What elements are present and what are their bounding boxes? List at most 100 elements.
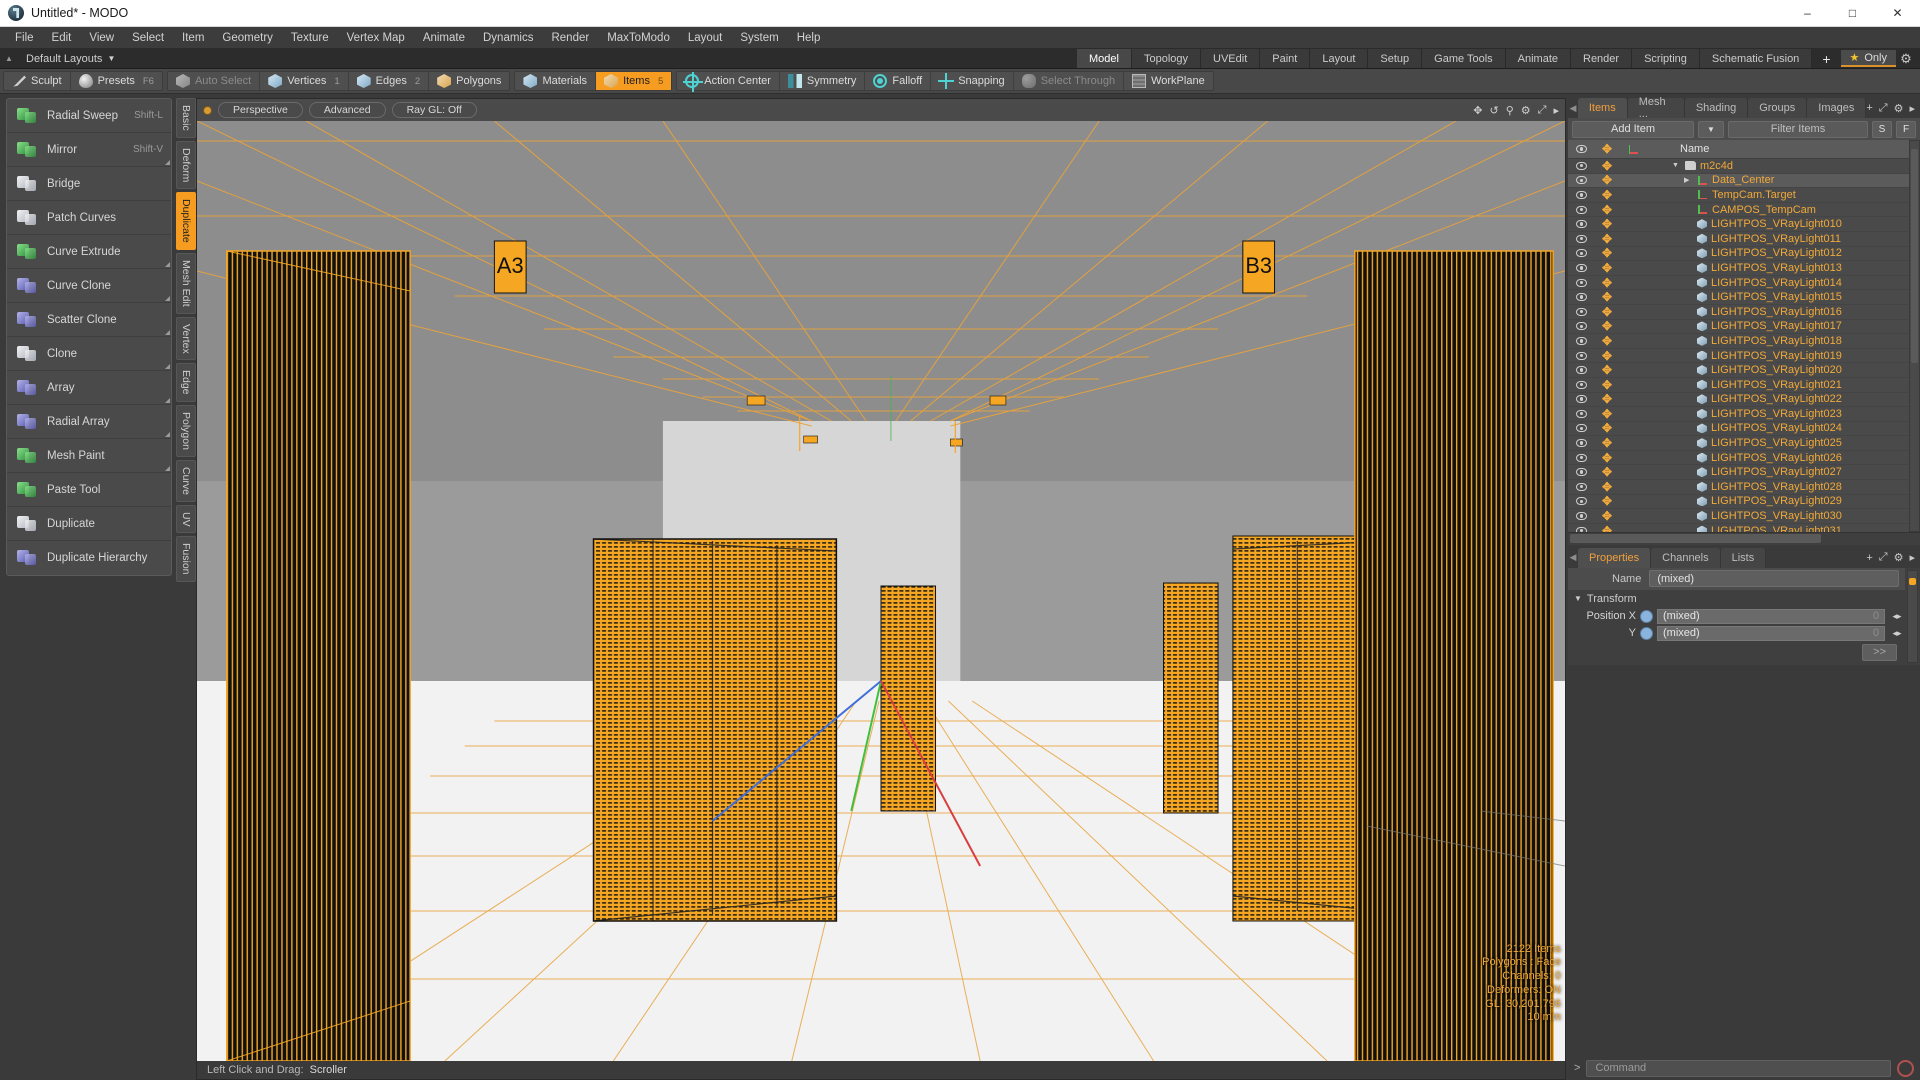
tool-category-fusion[interactable]: Fusion (176, 536, 196, 582)
item-name-cell[interactable]: LIGHTPOS_VRayLight020 (1646, 364, 1909, 376)
viewport-menu-chevron-icon[interactable]: ▸ (1553, 104, 1559, 117)
layout-tab-paint[interactable]: Paint (1260, 49, 1311, 68)
menu-item-layout[interactable]: Layout (679, 29, 732, 47)
mode-button-falloff[interactable]: Falloff (865, 72, 932, 90)
item-visibility-toggle[interactable] (1568, 453, 1594, 462)
tool-curve-clone[interactable]: Curve Clone (7, 269, 171, 303)
name-input[interactable]: (mixed) (1649, 570, 1899, 587)
menu-item-select[interactable]: Select (123, 29, 173, 47)
item-lock-toggle[interactable]: ✥ (1594, 422, 1620, 434)
tool-bridge[interactable]: Bridge (7, 167, 171, 201)
tool-scatter-clone[interactable]: Scatter Clone (7, 303, 171, 337)
mode-button-auto-select[interactable]: Auto Select (168, 72, 261, 90)
tool-options-corner-icon[interactable] (165, 466, 170, 471)
zoom-viewport-icon[interactable]: ⚲ (1506, 104, 1514, 117)
only-toggle-button[interactable]: ★ Only (1840, 50, 1896, 67)
item-list-row[interactable]: ✥ ▼ m2c4d (1568, 159, 1909, 174)
item-name-cell[interactable]: LIGHTPOS_VRayLight026 (1646, 452, 1909, 464)
tool-category-polygon[interactable]: Polygon (176, 404, 196, 457)
item-lock-toggle[interactable]: ✥ (1594, 247, 1620, 259)
item-lock-toggle[interactable]: ✥ (1594, 174, 1620, 186)
tool-radial-array[interactable]: Radial Array (7, 405, 171, 439)
tool-category-basic[interactable]: Basic (176, 98, 196, 138)
item-list-row[interactable]: ✥ LIGHTPOS_VRayLight014 (1568, 276, 1909, 291)
tool-options-corner-icon[interactable] (165, 160, 170, 165)
mode-button-snapping[interactable]: Snapping (931, 72, 1014, 90)
item-list-horizontal-scrollbar[interactable] (1568, 531, 1920, 545)
filter-f-button[interactable]: F (1896, 120, 1916, 138)
mode-button-edges[interactable]: Edges 2 (349, 72, 430, 90)
item-visibility-toggle[interactable] (1568, 307, 1594, 316)
layout-tab-setup[interactable]: Setup (1368, 49, 1423, 68)
item-name-cell[interactable]: ▶ Data_Center (1646, 174, 1909, 186)
mode-button-items[interactable]: Items 5 (596, 72, 672, 90)
item-list-row[interactable]: ✥ LIGHTPOS_VRayLight029 (1568, 495, 1909, 510)
layout-tab-uvedit[interactable]: UVEdit (1201, 49, 1261, 68)
item-list-row[interactable]: ✥ LIGHTPOS_VRayLight021 (1568, 378, 1909, 393)
menu-item-help[interactable]: Help (788, 29, 830, 47)
item-expander-icon[interactable]: ▼ (1672, 162, 1681, 169)
item-lock-toggle[interactable]: ✥ (1594, 525, 1620, 532)
close-button[interactable]: ✕ (1875, 0, 1920, 27)
mode-button-materials[interactable]: Materials (515, 72, 597, 90)
command-input[interactable]: Command (1586, 1059, 1891, 1077)
properties-expand-icon[interactable]: ⤢ (1879, 551, 1888, 564)
item-name-cell[interactable]: LIGHTPOS_VRayLight010 (1646, 218, 1909, 230)
add-layout-tab-button[interactable]: + (1812, 49, 1840, 68)
item-list-row[interactable]: ✥ LIGHTPOS_VRayLight020 (1568, 363, 1909, 378)
channel-link-icon[interactable] (1640, 626, 1653, 640)
item-visibility-toggle[interactable] (1568, 351, 1594, 360)
item-list-row[interactable]: ✥ LIGHTPOS_VRayLight018 (1568, 334, 1909, 349)
item-visibility-toggle[interactable] (1568, 336, 1594, 345)
item-name-cell[interactable]: LIGHTPOS_VRayLight023 (1646, 408, 1909, 420)
tool-array[interactable]: Array (7, 371, 171, 405)
item-visibility-toggle[interactable] (1568, 322, 1594, 331)
item-list-row[interactable]: ✥ LIGHTPOS_VRayLight025 (1568, 436, 1909, 451)
right-tab-mesh-[interactable]: Mesh ... (1627, 96, 1685, 120)
tool-paste-tool[interactable]: Paste Tool (7, 473, 171, 507)
item-list-row[interactable]: ✥ LIGHTPOS_VRayLight015 (1568, 290, 1909, 305)
minimize-button[interactable]: – (1785, 0, 1830, 27)
item-lock-toggle[interactable]: ✥ (1594, 306, 1620, 318)
item-lock-toggle[interactable]: ✥ (1594, 160, 1620, 172)
item-list-row[interactable]: ✥ TempCam.Target (1568, 188, 1909, 203)
item-list-row[interactable]: ✥ LIGHTPOS_VRayLight019 (1568, 349, 1909, 364)
item-list-row[interactable]: ✥ LIGHTPOS_VRayLight010 (1568, 217, 1909, 232)
viewport-canvas[interactable]: A3 B3 2122 Items Polygons: Face Channel… (197, 121, 1565, 1061)
mode-button-select-through[interactable]: Select Through (1014, 72, 1125, 90)
item-lock-toggle[interactable]: ✥ (1594, 218, 1620, 230)
tool-clone[interactable]: Clone (7, 337, 171, 371)
viewport-menu-icon[interactable] (203, 105, 212, 115)
item-name-cell[interactable]: ▼ m2c4d (1646, 160, 1909, 172)
transform-value-input[interactable]: (mixed) 0 (1657, 625, 1885, 641)
layout-tab-scripting[interactable]: Scripting (1632, 49, 1700, 68)
item-visibility-toggle[interactable] (1568, 161, 1594, 170)
item-visibility-toggle[interactable] (1568, 190, 1594, 199)
menu-item-file[interactable]: File (6, 29, 43, 47)
layout-tab-render[interactable]: Render (1571, 49, 1633, 68)
layout-tab-model[interactable]: Model (1077, 49, 1132, 68)
item-visibility-toggle[interactable] (1568, 249, 1594, 258)
item-visibility-toggle[interactable] (1568, 468, 1594, 477)
item-name-cell[interactable]: LIGHTPOS_VRayLight030 (1646, 510, 1909, 522)
item-lock-toggle[interactable]: ✥ (1594, 364, 1620, 376)
item-visibility-toggle[interactable] (1568, 366, 1594, 375)
properties-tab-channels[interactable]: Channels (1651, 547, 1721, 568)
menu-item-render[interactable]: Render (542, 29, 598, 47)
properties-chevron-icon[interactable]: ▸ (1909, 551, 1915, 564)
item-visibility-toggle[interactable] (1568, 220, 1594, 229)
properties-tab-properties[interactable]: Properties (1578, 547, 1652, 568)
item-list-vertical-scrollbar[interactable] (1909, 140, 1920, 532)
tool-category-mesh-edit[interactable]: Mesh Edit (176, 252, 196, 314)
item-name-cell[interactable]: LIGHTPOS_VRayLight028 (1646, 481, 1909, 493)
transform-value-input[interactable]: (mixed) 0 (1657, 608, 1885, 624)
value-spinner-icon[interactable]: ◂▸ (1889, 628, 1905, 639)
item-list-row[interactable]: ✥ CAMPOS_TempCam (1568, 203, 1909, 218)
item-visibility-toggle[interactable] (1568, 278, 1594, 287)
menu-item-animate[interactable]: Animate (414, 29, 474, 47)
item-list-row[interactable]: ✥ LIGHTPOS_VRayLight022 (1568, 393, 1909, 408)
layout-tab-layout[interactable]: Layout (1310, 49, 1369, 68)
menu-item-maxtomodo[interactable]: MaxToModo (598, 29, 679, 47)
item-visibility-toggle[interactable] (1568, 293, 1594, 302)
item-lock-toggle[interactable]: ✥ (1594, 510, 1620, 522)
